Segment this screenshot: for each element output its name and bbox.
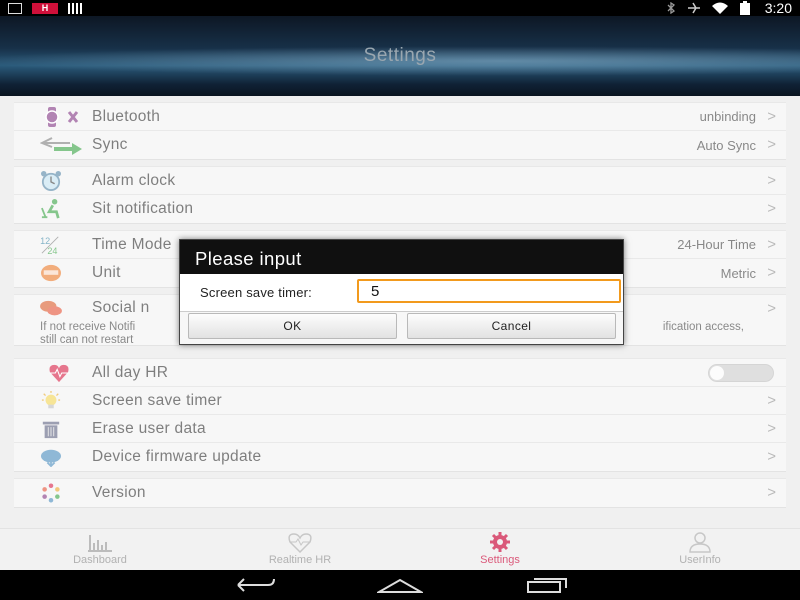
back-button[interactable] bbox=[223, 573, 283, 597]
download-icon bbox=[8, 2, 22, 14]
status-bar: H 3:20 bbox=[0, 0, 800, 16]
field-label: Screen save timer: bbox=[200, 285, 312, 300]
clock-text: 3:20 bbox=[764, 0, 792, 16]
cancel-button[interactable]: Cancel bbox=[407, 313, 616, 339]
dialog-body: Screen save timer: bbox=[180, 274, 623, 312]
battery-icon bbox=[739, 1, 750, 15]
page-title: Settings bbox=[363, 45, 437, 66]
app-badge-icon: H bbox=[32, 2, 58, 14]
status-right: 3:20 bbox=[665, 0, 792, 16]
ok-button[interactable]: OK bbox=[188, 313, 397, 339]
system-nav-bar bbox=[0, 570, 800, 600]
screen-save-timer-input[interactable] bbox=[357, 279, 621, 303]
input-dialog: Please input Screen save timer: OK Cance… bbox=[179, 239, 624, 345]
airplane-icon bbox=[687, 2, 700, 14]
recents-button[interactable] bbox=[517, 573, 577, 597]
dialog-buttons: OK Cancel bbox=[188, 313, 616, 341]
recent-apps-icon bbox=[526, 578, 567, 593]
bluetooth-icon bbox=[667, 2, 675, 14]
home-icon bbox=[376, 578, 423, 593]
app-header: Settings bbox=[0, 16, 800, 96]
status-left: H bbox=[8, 2, 82, 14]
home-button[interactable] bbox=[370, 573, 430, 597]
modal-backdrop-tabs bbox=[0, 528, 800, 570]
back-arrow-icon bbox=[237, 578, 276, 592]
dialog-title: Please input bbox=[180, 240, 623, 274]
wifi-icon bbox=[711, 2, 728, 14]
barcode-icon bbox=[68, 2, 82, 14]
